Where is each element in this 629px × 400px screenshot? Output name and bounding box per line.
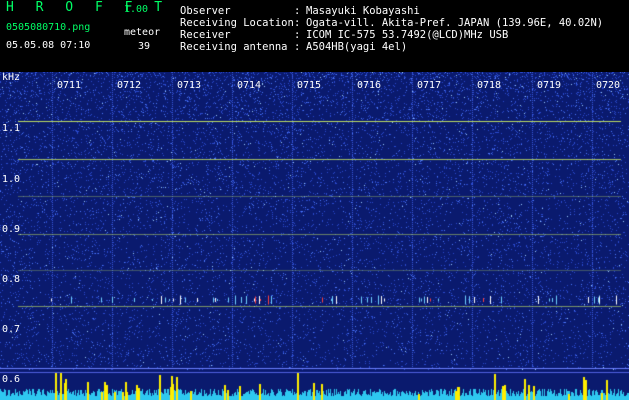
- y-tick-label: 0.6: [2, 374, 21, 385]
- info-colon: :: [294, 17, 301, 29]
- y-tick-label: 0.8: [2, 274, 21, 285]
- time-label: 0713: [177, 80, 202, 91]
- info-value-location: Ogata-vill. Akita-Pref. JAPAN (139.96E, …: [306, 17, 604, 29]
- y-tick-label: 0.7: [2, 324, 21, 335]
- info-colon: :: [294, 41, 301, 53]
- y-axis-unit: kHz: [2, 72, 21, 83]
- info-label-receiver: Receiver: [180, 29, 231, 41]
- info-value-antenna: A504HB(yagi 4el): [306, 41, 408, 53]
- datetime-label: 05.05.08 07:10: [6, 40, 91, 51]
- info-value-observer: Masayuki Kobayashi: [306, 5, 420, 17]
- info-label-antenna: Receiving antenna: [180, 41, 288, 53]
- meteor-count: 39: [138, 41, 151, 52]
- time-label: 0711: [57, 80, 82, 91]
- time-label: 0716: [357, 80, 382, 91]
- meteor-label: meteor: [124, 27, 161, 38]
- time-label: 0719: [537, 80, 562, 91]
- time-label: 0718: [477, 80, 502, 91]
- y-tick-label: 0.9: [2, 224, 21, 235]
- time-label: 0714: [237, 80, 262, 91]
- spectrogram-canvas: [0, 72, 629, 400]
- info-label-location: Receiving Location: [180, 17, 294, 29]
- info-colon: :: [294, 5, 301, 17]
- info-colon: :: [294, 29, 301, 41]
- y-tick-label: 1.0: [2, 174, 21, 185]
- y-tick-label: 1.1: [2, 123, 21, 134]
- info-value-receiver: ICOM IC-575 53.7492(@LCD)MHz USB: [306, 29, 509, 41]
- time-label: 0715: [297, 80, 322, 91]
- filename-label: 0505080710.png: [6, 22, 91, 33]
- time-label: 0720: [596, 80, 621, 91]
- time-label: 0712: [117, 80, 142, 91]
- version-label: 1.00: [124, 4, 149, 15]
- hrofft-window: H R O F F T 1.00 0505080710.png 05.05.08…: [0, 0, 629, 400]
- time-label: 0717: [417, 80, 442, 91]
- info-label-observer: Observer: [180, 5, 231, 17]
